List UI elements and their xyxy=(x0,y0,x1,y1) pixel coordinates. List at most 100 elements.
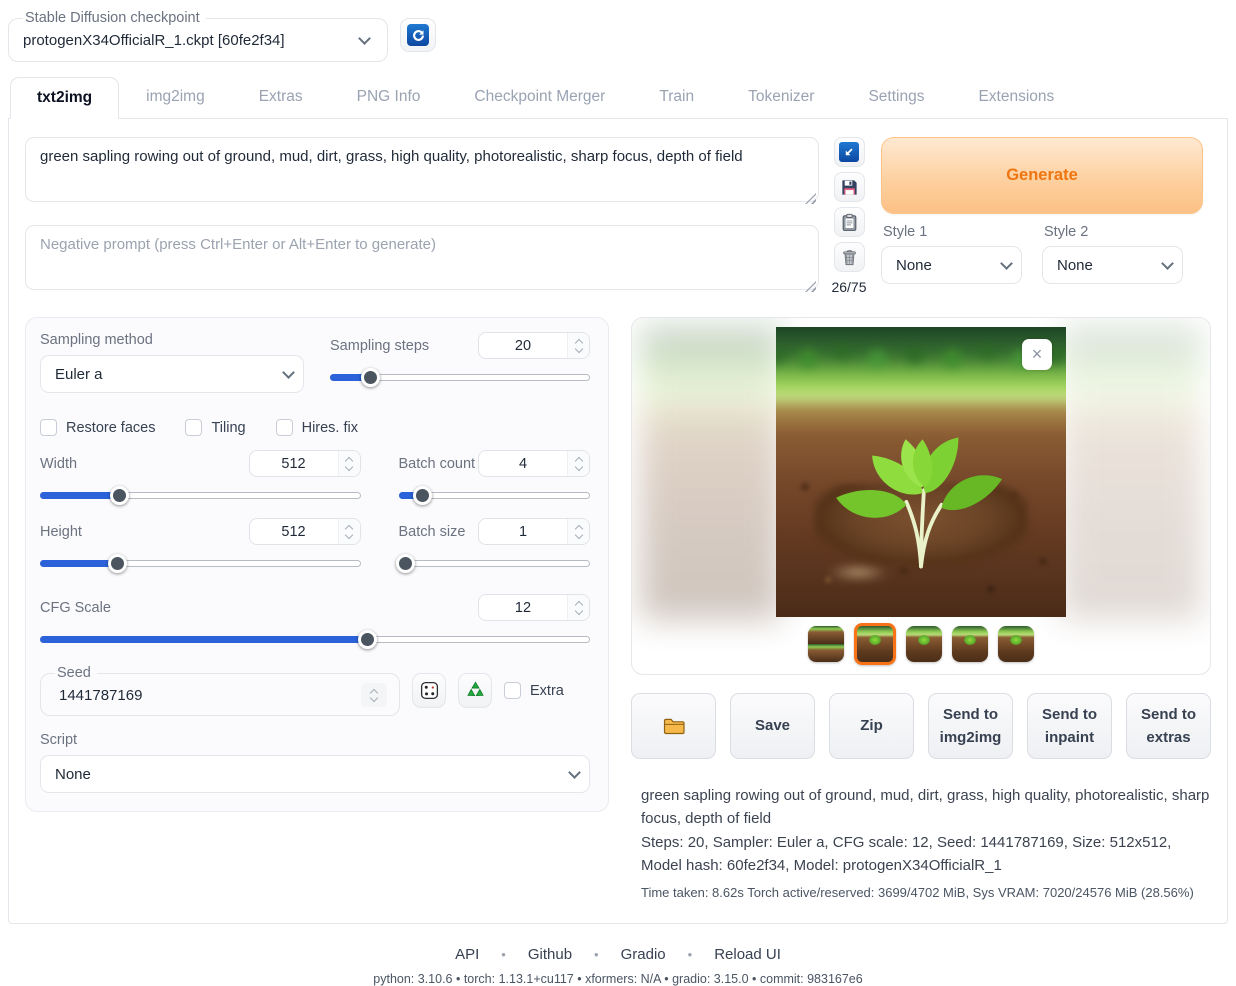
sampling-method-select[interactable]: Euler a xyxy=(40,355,304,393)
tiling-checkbox[interactable]: Tiling xyxy=(185,419,245,436)
cfg-scale-stepper[interactable] xyxy=(567,595,589,620)
width-input[interactable] xyxy=(250,451,338,476)
tab-bar: txt2img img2img Extras PNG Info Checkpoi… xyxy=(8,76,1228,119)
seed-label: Seed xyxy=(55,665,97,681)
floppy-disk-icon xyxy=(840,178,859,197)
checkpoint-row: Stable Diffusion checkpoint protogenX34O… xyxy=(8,10,1228,62)
generated-image[interactable]: × xyxy=(776,327,1066,617)
tab-tokenizer[interactable]: Tokenizer xyxy=(721,76,841,118)
batch-count-slider[interactable] xyxy=(399,486,591,505)
batch-size-label: Batch size xyxy=(399,524,466,540)
script-select[interactable]: None xyxy=(40,755,590,793)
width-label: Width xyxy=(40,456,77,472)
send-to-img2img-button[interactable]: Send to img2img xyxy=(928,693,1013,759)
tab-train[interactable]: Train xyxy=(632,76,721,118)
reload-ui-link[interactable]: Reload UI xyxy=(714,946,781,963)
github-link[interactable]: Github xyxy=(528,946,572,963)
checkbox-icon xyxy=(276,419,293,436)
save-style-button[interactable] xyxy=(834,172,865,202)
batch-size-slider[interactable] xyxy=(399,554,591,573)
checkpoint-dropdown[interactable]: Stable Diffusion checkpoint protogenX34O… xyxy=(8,10,388,62)
token-counter: 26/75 xyxy=(831,279,866,295)
height-slider[interactable] xyxy=(40,554,361,573)
chevron-down-icon xyxy=(1161,257,1174,270)
chevron-down-icon xyxy=(358,32,371,45)
separator: • xyxy=(501,947,506,962)
clipboard-icon xyxy=(840,213,859,232)
checkbox-icon xyxy=(504,682,521,699)
generation-info-params: Steps: 20, Sampler: Euler a, CFG scale: … xyxy=(641,832,1211,877)
gradio-link[interactable]: Gradio xyxy=(621,946,666,963)
save-button[interactable]: Save xyxy=(730,693,815,759)
cfg-scale-slider[interactable] xyxy=(40,630,590,649)
tab-checkpoint-merger[interactable]: Checkpoint Merger xyxy=(447,76,632,118)
thumbnail-selected[interactable] xyxy=(854,623,896,665)
cfg-scale-input[interactable] xyxy=(479,595,567,620)
clear-prompt-button[interactable] xyxy=(834,242,865,272)
batch-count-stepper[interactable] xyxy=(567,451,589,476)
generation-settings-panel: Sampling method Euler a Sampling steps xyxy=(25,317,609,812)
trash-icon xyxy=(840,248,859,267)
script-label: Script xyxy=(40,732,590,748)
style2-label: Style 2 xyxy=(1044,224,1183,240)
tab-png-info[interactable]: PNG Info xyxy=(330,76,448,118)
hires-fix-checkbox[interactable]: Hires. fix xyxy=(276,419,358,436)
sampling-method-value: Euler a xyxy=(55,366,103,383)
width-stepper[interactable] xyxy=(338,451,360,476)
seed-stepper[interactable] xyxy=(361,683,387,707)
batch-size-stepper[interactable] xyxy=(567,519,589,544)
paste-params-button[interactable] xyxy=(834,137,865,167)
random-seed-button[interactable] xyxy=(412,673,446,708)
apply-style-button[interactable] xyxy=(834,207,865,237)
style1-value: None xyxy=(896,257,932,274)
arrow-down-left-icon xyxy=(839,142,859,162)
tab-txt2img[interactable]: txt2img xyxy=(10,77,119,119)
style1-label: Style 1 xyxy=(883,224,1022,240)
tab-extensions[interactable]: Extensions xyxy=(951,76,1081,118)
separator: • xyxy=(688,947,693,962)
sampling-steps-label: Sampling steps xyxy=(330,338,429,354)
width-slider[interactable] xyxy=(40,486,361,505)
sampling-steps-stepper[interactable] xyxy=(567,333,589,358)
prompt-input[interactable]: green sapling rowing out of ground, mud,… xyxy=(25,137,819,202)
tab-extras[interactable]: Extras xyxy=(232,76,330,118)
txt2img-panel: green sapling rowing out of ground, mud,… xyxy=(8,119,1228,924)
thumbnail[interactable] xyxy=(998,626,1034,662)
chevron-down-icon xyxy=(1000,257,1013,270)
chevron-down-icon xyxy=(282,366,295,379)
style2-select[interactable]: None xyxy=(1042,246,1183,284)
dice-icon xyxy=(419,680,440,701)
tab-settings[interactable]: Settings xyxy=(841,76,951,118)
sampling-steps-input[interactable] xyxy=(479,333,567,358)
height-input[interactable] xyxy=(250,519,338,544)
close-icon[interactable]: × xyxy=(1022,339,1052,370)
generate-button[interactable]: Generate xyxy=(881,137,1203,214)
thumbnail[interactable] xyxy=(906,626,942,662)
chevron-down-icon xyxy=(568,766,581,779)
send-to-inpaint-button[interactable]: Send to inpaint xyxy=(1027,693,1112,759)
checkbox-icon xyxy=(185,419,202,436)
gallery-backdrop xyxy=(1060,326,1202,620)
send-to-extras-button[interactable]: Send to extras xyxy=(1126,693,1211,759)
refresh-checkpoints-button[interactable] xyxy=(400,18,436,52)
reuse-seed-button[interactable] xyxy=(458,673,492,708)
seed-input[interactable] xyxy=(53,685,361,706)
tab-img2img[interactable]: img2img xyxy=(119,76,232,118)
extra-seed-checkbox[interactable]: Extra xyxy=(504,682,564,699)
sampling-steps-slider[interactable] xyxy=(330,368,590,387)
style1-select[interactable]: None xyxy=(881,246,1022,284)
restore-faces-checkbox[interactable]: Restore faces xyxy=(40,419,155,436)
zip-button[interactable]: Zip xyxy=(829,693,914,759)
thumbnail-grid[interactable] xyxy=(808,626,844,662)
api-link[interactable]: API xyxy=(455,946,479,963)
thumbnail[interactable] xyxy=(952,626,988,662)
open-folder-button[interactable] xyxy=(631,693,716,759)
refresh-icon xyxy=(407,24,429,46)
negative-prompt-input[interactable] xyxy=(25,225,819,290)
batch-count-label: Batch count xyxy=(399,456,476,472)
height-stepper[interactable] xyxy=(338,519,360,544)
cfg-scale-label: CFG Scale xyxy=(40,600,111,616)
batch-size-input[interactable] xyxy=(479,519,567,544)
batch-count-input[interactable] xyxy=(479,451,567,476)
separator: • xyxy=(594,947,599,962)
